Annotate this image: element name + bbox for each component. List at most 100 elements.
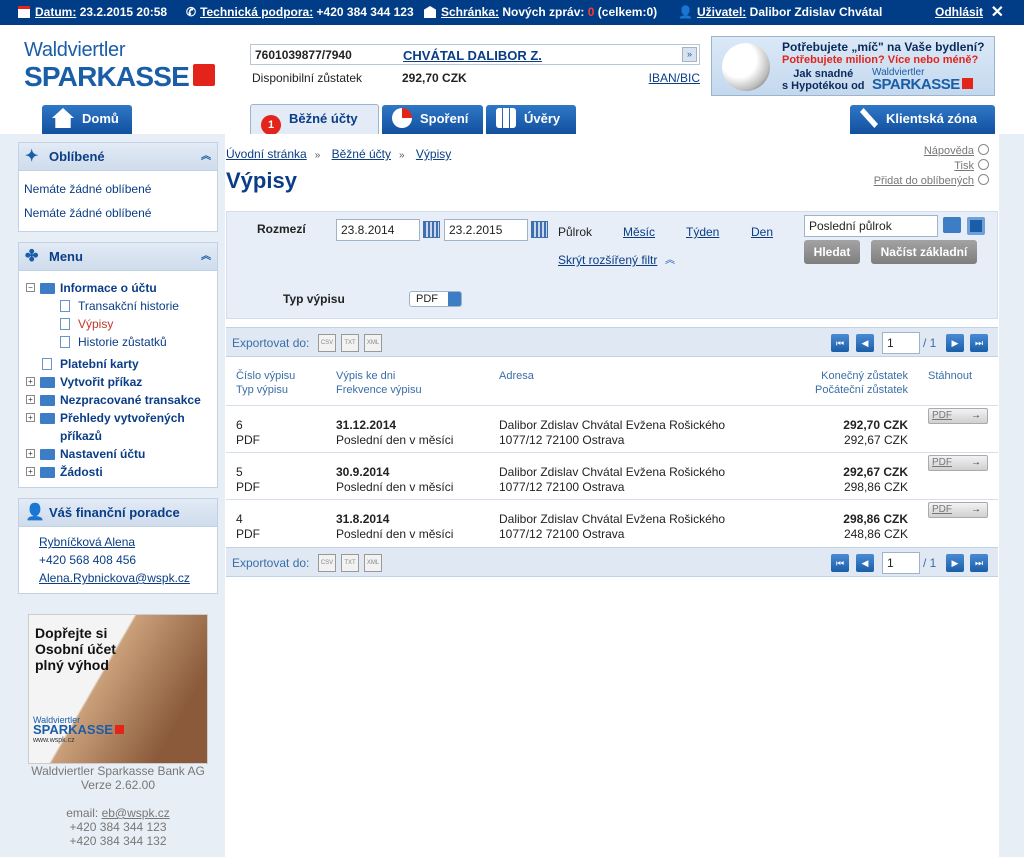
close-icon[interactable]: ✕ xyxy=(991,2,1004,22)
hide-filter-link[interactable]: Skrýt rozšířený filtr xyxy=(558,253,657,267)
crumb-statements[interactable]: Výpisy xyxy=(416,147,451,161)
inbox-label[interactable]: Schránka: xyxy=(441,5,499,19)
end-balance: 292,70 CZK xyxy=(843,418,908,432)
last-page-icon[interactable]: ⏭ xyxy=(970,554,988,572)
puzzle-icon: ✤ xyxy=(25,248,39,265)
open-folder-icon[interactable] xyxy=(943,217,961,233)
account-owner[interactable]: CHVÁTAL DALIBOR Z. xyxy=(403,48,542,63)
advisor-name[interactable]: Rybníčková Alena xyxy=(39,533,217,551)
next-page-icon[interactable]: ▶ xyxy=(946,334,964,352)
page-input[interactable]: 1 xyxy=(882,332,920,354)
prev-page-icon[interactable]: ◀ xyxy=(856,554,874,572)
crumb-home[interactable]: Úvodní stránka xyxy=(226,147,307,161)
help-link[interactable]: Nápověda xyxy=(874,144,989,159)
table-row[interactable]: 6 PDF 31.12.2014 Poslední den v měsíci Dal… xyxy=(226,405,998,452)
export-bar-top: Exportovat do: CSV TXT XML ⏮ ◀ 1 / 1 ▶ ⏭ xyxy=(226,327,998,357)
search-button[interactable]: Hledat xyxy=(804,240,860,264)
tab-current-label: Běžné účty xyxy=(289,111,358,126)
next-page-icon[interactable]: ▶ xyxy=(946,554,964,572)
sparkasse-s-icon xyxy=(192,64,215,86)
col-date[interactable]: Výpis ke dni Frekvence výpisu xyxy=(336,369,422,397)
collapse-icon[interactable]: ︽ xyxy=(201,143,211,171)
expand-toggle-icon: + xyxy=(26,395,35,404)
first-page-icon[interactable]: ⏮ xyxy=(831,334,849,352)
txt-export-icon[interactable]: TXT xyxy=(341,554,359,572)
add-favorite-link[interactable]: Přidat do oblíbených xyxy=(874,174,989,189)
iban-link[interactable]: IBAN/BIC xyxy=(649,71,700,85)
first-page-icon[interactable]: ⏮ xyxy=(831,554,849,572)
save-icon[interactable] xyxy=(967,217,985,235)
xml-export-icon[interactable]: XML xyxy=(364,334,382,352)
saved-filter-input[interactable]: Poslední půlrok xyxy=(804,215,938,237)
footer-phone2: +420 384 344 132 xyxy=(69,834,167,848)
menu-header[interactable]: ✤ Menu ︽ xyxy=(19,243,217,271)
logout-link[interactable]: Odhlásit xyxy=(935,5,983,19)
menu-item-pending[interactable]: + Nezpracované transakce xyxy=(24,391,212,409)
pdf-download-button[interactable]: PDF xyxy=(928,408,988,424)
menu-item-cards[interactable]: Platební karty xyxy=(24,355,212,373)
account-dropdown[interactable]: 7601039877/7940 CHVÁTAL DALIBOR Z. » xyxy=(250,44,700,65)
calendar-icon[interactable] xyxy=(423,221,440,238)
statement-number: 4 xyxy=(236,512,243,526)
address-line1: Dalibor Zdislav Chvátal Evžena Rošického xyxy=(499,512,726,526)
pdf-download-button[interactable]: PDF xyxy=(928,502,988,518)
envelope-icon xyxy=(424,6,436,18)
tab-client-zone[interactable]: Klientská zóna xyxy=(850,105,995,134)
menu-item-account-info[interactable]: − Informace o účtu xyxy=(24,279,212,297)
tab-home[interactable]: Domů xyxy=(42,105,132,134)
support-label[interactable]: Technická podpora: xyxy=(200,5,313,19)
date-label[interactable]: Datum: xyxy=(35,5,76,19)
period-month[interactable]: Měsíc xyxy=(623,225,655,239)
tab-loans[interactable]: Úvěry xyxy=(486,105,576,134)
table-row[interactable]: 4 PDF 31.8.2014 Poslední den v měsíci Dali… xyxy=(226,499,998,546)
collapse-icon[interactable]: ︽ xyxy=(201,243,211,271)
statement-type-select[interactable]: PDF xyxy=(409,291,462,307)
menu-item-transaction-history[interactable]: Transakční historie xyxy=(24,297,212,315)
menu-item-settings[interactable]: + Nastavení účtu xyxy=(24,445,212,463)
csv-export-icon[interactable]: CSV xyxy=(318,554,336,572)
menu-item-balance-history[interactable]: Historie zůstatků xyxy=(24,333,212,351)
tab-current-accounts[interactable]: 1 Běžné účty xyxy=(250,104,379,135)
header: Waldviertler SPARKASSE 7601039877/7940 C… xyxy=(0,25,1024,135)
menu-item-overviews[interactable]: + Přehledy vytvořených příkazů xyxy=(24,409,212,445)
balance-label: Disponibilní zůstatek xyxy=(252,71,363,85)
col-balance[interactable]: Konečný zůstatek Počáteční zůstatek xyxy=(808,369,908,397)
print-link[interactable]: Tisk xyxy=(874,159,989,174)
menu-item-statements[interactable]: Výpisy xyxy=(24,315,212,333)
last-page-icon[interactable]: ⏭ xyxy=(970,334,988,352)
csv-export-icon[interactable]: CSV xyxy=(318,334,336,352)
mortgage-banner[interactable]: Potřebujete „míč" na Vaše bydlení? Potře… xyxy=(711,36,995,96)
account-ad[interactable]: Dopřejte si Osobní účet plný výhod Waldvie… xyxy=(28,614,208,764)
table-row[interactable]: 5 PDF 30.9.2014 Poslední den v měsíci Dali… xyxy=(226,452,998,499)
advisor-email[interactable]: Alena.Rybnickova@wspk.cz xyxy=(39,569,217,587)
inbox-text: Nových zpráv: xyxy=(502,5,585,19)
crumb-accounts[interactable]: Běžné účty xyxy=(332,147,391,161)
favorites-header[interactable]: ✦ Oblíbené ︽ xyxy=(19,143,217,171)
period-day[interactable]: Den xyxy=(751,225,773,239)
menu-item-create-order[interactable]: + Vytvořit příkaz xyxy=(24,373,212,391)
col-number[interactable]: Číslo výpisu Typ výpisu xyxy=(236,369,295,397)
page-input[interactable]: 1 xyxy=(882,552,920,574)
period-halfyear[interactable]: Půlrok xyxy=(558,225,592,239)
footer-email[interactable]: eb@wspk.cz xyxy=(102,806,170,820)
period-week[interactable]: Týden xyxy=(686,225,719,239)
menu-item-requests[interactable]: + Žádosti xyxy=(24,463,212,481)
chevron-down-icon[interactable]: » xyxy=(682,47,697,62)
load-basic-button[interactable]: Načíst základní xyxy=(871,240,977,264)
start-balance: 292,67 CZK xyxy=(843,433,908,447)
tab-savings[interactable]: Spoření xyxy=(382,105,483,134)
chevron-up-icon[interactable]: ︽ xyxy=(665,251,675,266)
statement-date: 31.12.2014 xyxy=(336,418,397,432)
date-to-input[interactable]: 23.2.2015 xyxy=(444,219,528,241)
calendar-icon[interactable] xyxy=(531,221,548,238)
prev-page-icon[interactable]: ◀ xyxy=(856,334,874,352)
bank-logo[interactable]: Waldviertler SPARKASSE xyxy=(24,39,215,91)
col-address[interactable]: Adresa xyxy=(499,369,534,383)
txt-export-icon[interactable]: TXT xyxy=(341,334,359,352)
xml-export-icon[interactable]: XML xyxy=(364,554,382,572)
tab-client-label: Klientská zóna xyxy=(886,111,978,126)
user-label[interactable]: Uživatel: xyxy=(697,5,746,19)
tab-home-label: Domů xyxy=(82,111,119,126)
pdf-download-button[interactable]: PDF xyxy=(928,455,988,471)
date-from-input[interactable]: 23.8.2014 xyxy=(336,219,420,241)
